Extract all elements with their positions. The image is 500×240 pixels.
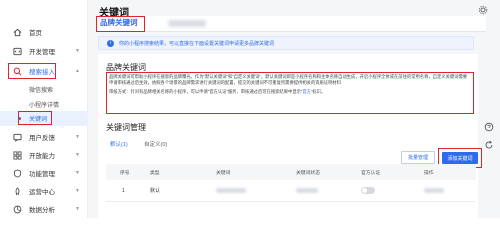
chevron-down-icon: ▼ <box>75 48 80 54</box>
sidebar-item-label: 首页 <box>29 30 42 37</box>
batch-manage-button[interactable]: 批量管理 <box>401 151 435 164</box>
col-keyword: 关键词 <box>216 170 231 176</box>
col-status: 关键词状态 <box>296 170 320 176</box>
sidebar: 首页 开发管理 ▼ 搜索接入 ▲ 微信搜索 小程序详情 关键词 用户反馈 ▼ 开… <box>0 0 88 218</box>
highlight-box <box>18 111 52 125</box>
col-index: 序号 <box>120 170 130 176</box>
notice-text: 你的小程序搜索结果，可以直接在下面设置关键词申请更多品牌关键词 <box>119 40 275 47</box>
row-action <box>424 180 444 201</box>
sidebar-item-feedback[interactable]: 用户反馈 ▼ <box>0 128 88 146</box>
table-header: 序号 类型 关键词 关键词状态 官方认证 操作 <box>106 164 476 180</box>
row-index: 1 <box>122 187 125 194</box>
col-action: 操作 <box>424 170 434 176</box>
sidebar-item-label: 开放能力 <box>29 153 55 160</box>
chat-icon <box>12 132 22 142</box>
redacted-status <box>296 188 318 193</box>
keyword-manage-title: 关键词管理 <box>106 123 146 132</box>
sidebar-item-label: 数据分析 <box>29 207 55 214</box>
highlight-box <box>106 72 474 114</box>
gear-icon[interactable] <box>478 5 488 15</box>
official-toggle[interactable] <box>361 187 375 194</box>
sidebar-item-label: 开发管理 <box>29 49 55 56</box>
chevron-down-icon: ▼ <box>75 188 80 194</box>
sidebar-item-label: 小程序详情 <box>29 103 60 109</box>
code-icon <box>12 46 22 56</box>
chevron-down-icon: ▼ <box>75 206 80 212</box>
sidebar-subitem-wechat-search[interactable]: 微信搜索 <box>0 82 88 97</box>
sidebar-item-operations[interactable]: 运营中心 ▼ <box>0 182 88 200</box>
row-official <box>361 180 375 201</box>
chevron-down-icon: ▼ <box>75 170 80 176</box>
keyword-card: 品牌关键词 品牌关键词可帮助小程序在搜索的品牌曝光，作为“默认关键词”和“自定义… <box>98 54 482 218</box>
sidebar-subitem-miniapp-detail[interactable]: 小程序详情 <box>0 97 88 112</box>
chart-icon <box>12 204 22 214</box>
col-type: 类型 <box>150 170 160 176</box>
sidebar-item-label: 功能管理 <box>29 171 55 178</box>
chevron-down-icon: ▼ <box>75 152 80 158</box>
table-row: 1 默认 <box>106 180 476 202</box>
shield-icon <box>12 168 22 178</box>
home-icon <box>12 27 22 37</box>
tab-redacted[interactable] <box>168 20 206 27</box>
tab-bar: 品牌关键词 <box>98 16 486 32</box>
row-keyword <box>216 180 246 201</box>
filter-custom[interactable]: 自定义(0) <box>144 140 167 148</box>
refresh-icon[interactable] <box>484 140 494 150</box>
sidebar-item-label: 用户反馈 <box>29 135 55 142</box>
sidebar-item-label: 运营中心 <box>29 189 55 196</box>
row-type: 默认 <box>150 188 161 194</box>
grid-icon <box>12 150 22 160</box>
info-icon: i <box>107 40 114 47</box>
sidebar-item-label: 微信搜索 <box>29 88 54 94</box>
chevron-down-icon: ▼ <box>75 134 80 140</box>
redacted-action[interactable] <box>424 188 444 193</box>
col-official: 官方认证 <box>361 170 381 176</box>
sidebar-item-dev[interactable]: 开发管理 ▼ <box>0 42 88 60</box>
redacted-keyword <box>216 188 246 193</box>
row-status <box>296 180 318 201</box>
sidebar-item-open[interactable]: 开放能力 ▼ <box>0 146 88 164</box>
info-notice: i 你的小程序搜索结果，可以直接在下面设置关键词申请更多品牌关键词 <box>98 36 474 50</box>
main-content: 关键词 品牌关键词 i 你的小程序搜索结果，可以直接在下面设置关键词申请更多品牌… <box>88 0 500 218</box>
sidebar-item-analytics[interactable]: 数据分析 ▼ <box>0 200 88 218</box>
highlight-box <box>96 16 145 32</box>
sidebar-item-home[interactable]: 首页 <box>0 23 88 41</box>
highlight-box <box>8 63 56 79</box>
rocket-icon <box>12 186 22 196</box>
filter-default[interactable]: 默认(1) <box>110 140 128 148</box>
chevron-up-icon: ▲ <box>75 68 80 74</box>
sidebar-item-features[interactable]: 功能管理 ▼ <box>0 164 88 182</box>
help-icon[interactable] <box>484 122 494 132</box>
